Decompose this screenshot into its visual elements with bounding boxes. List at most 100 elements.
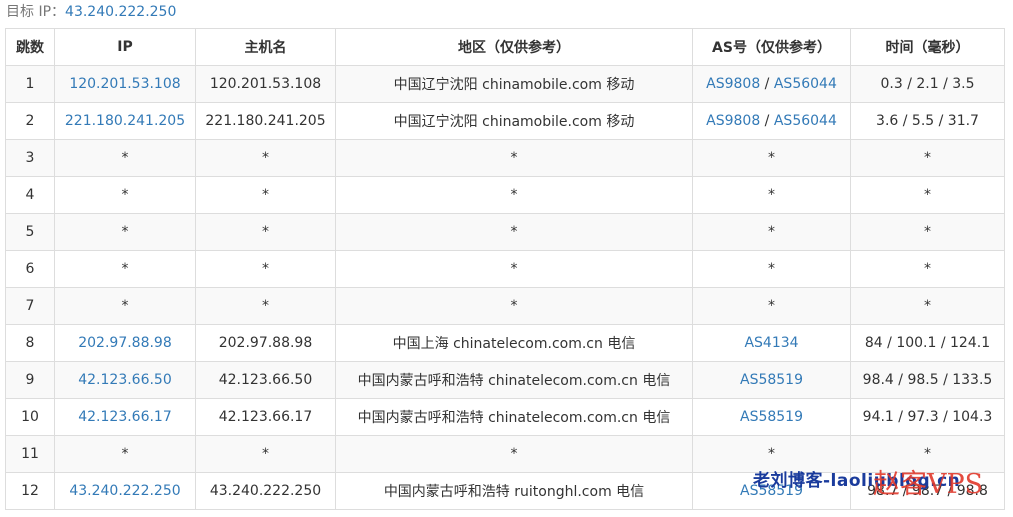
region-cell: 中国内蒙古呼和浩特 ruitonghl.com 电信 [335,472,693,510]
hop-text: 11 [21,446,39,462]
ip-cell: * [54,213,196,251]
as-cell: AS58519 [692,361,851,399]
region-text: * [510,261,518,277]
ip-text: * [121,261,129,277]
as-link[interactable]: AS9808 [706,76,760,92]
as-link[interactable]: AS58519 [740,372,803,388]
hostname-cell: * [195,213,336,251]
as-separator: / [760,76,774,92]
hop-text: 8 [25,335,35,351]
region-cell: * [335,435,693,473]
time-cell: 94.1 / 97.3 / 104.3 [850,398,1005,436]
hostname-cell: 202.97.88.98 [195,324,336,362]
region-cell: 中国内蒙古呼和浩特 chinatelecom.com.cn 电信 [335,361,693,399]
table-row: 8 202.97.88.98 202.97.88.98 中国上海 chinatelec… [5,324,1005,362]
time-cell: * [850,287,1005,325]
ip-cell: 221.180.241.205 [54,102,196,140]
hop-text: 10 [21,409,39,425]
hop-cell: 1 [5,65,55,103]
ip-cell: * [54,287,196,325]
header-hostname: 主机名 [195,28,336,66]
as-cell: AS9808 / AS56044 [692,65,851,103]
as-link[interactable]: AS4134 [744,335,798,351]
as-text: * [768,150,775,166]
as-link[interactable]: AS56044 [774,76,837,92]
ip-text: * [121,187,129,203]
hop-cell: 12 [5,472,55,510]
table-row: 4 * * * * * [5,176,1005,214]
hostname-text: * [262,446,269,462]
as-link[interactable]: AS56044 [774,113,837,129]
time-text: * [924,224,931,240]
time-text: * [924,187,931,203]
as-link[interactable]: AS9808 [706,113,760,129]
hostname-text: 43.240.222.250 [209,483,322,499]
hostname-text: 221.180.241.205 [205,113,326,129]
time-cell: * [850,213,1005,251]
as-separator: / [760,113,774,129]
as-text: * [768,446,775,462]
as-text: * [768,187,775,203]
hop-cell: 7 [5,287,55,325]
ip-link[interactable]: 43.240.222.250 [69,483,180,499]
time-cell: * [850,176,1005,214]
time-cell: * [850,250,1005,288]
hop-cell: 6 [5,250,55,288]
as-text: * [768,298,775,314]
watermark-vps: 赵客VPS [873,469,984,500]
hop-text: 1 [25,76,35,92]
hop-text: 7 [25,298,35,314]
ip-text: * [121,150,129,166]
ip-cell: 43.240.222.250 [54,472,196,510]
as-link[interactable]: AS58519 [740,409,803,425]
header-time: 时间（毫秒） [850,28,1005,66]
hop-text: 2 [25,113,35,129]
table-row: 2 221.180.241.205 221.180.241.205 中国辽宁沈阳 ch… [5,102,1005,140]
ip-link[interactable]: 120.201.53.108 [69,76,180,92]
header-ip: IP [54,28,196,66]
as-cell: AS58519 [692,398,851,436]
time-text: 84 / 100.1 / 124.1 [864,335,991,351]
hop-cell: 4 [5,176,55,214]
ip-cell: 42.123.66.50 [54,361,196,399]
ip-cell: * [54,139,196,177]
hostname-cell: 42.123.66.17 [195,398,336,436]
hostname-text: 120.201.53.108 [209,76,322,92]
region-text: * [510,446,518,462]
region-cell: * [335,139,693,177]
as-cell: * [692,139,851,177]
time-cell: 3.6 / 5.5 / 31.7 [850,102,1005,140]
as-cell: * [692,287,851,325]
hop-cell: 3 [5,139,55,177]
ip-link[interactable]: 42.123.66.50 [78,372,172,388]
time-cell: 0.3 / 2.1 / 3.5 [850,65,1005,103]
region-text: * [510,187,518,203]
target-ip-label: 目标 IP： [6,4,66,20]
as-text: * [768,261,775,277]
ip-link[interactable]: 221.180.241.205 [65,113,185,129]
region-text: 中国辽宁沈阳 chinamobile.com 移动 [393,77,635,93]
hop-cell: 10 [5,398,55,436]
hostname-text: * [262,150,269,166]
table-row: 6 * * * * * [5,250,1005,288]
region-text: 中国内蒙古呼和浩特 chinatelecom.com.cn 电信 [357,410,671,426]
ip-cell: * [54,250,196,288]
as-cell: * [692,213,851,251]
region-text: 中国辽宁沈阳 chinamobile.com 移动 [393,114,635,130]
time-text: * [924,261,931,277]
ip-link[interactable]: 42.123.66.17 [78,409,172,425]
region-cell: * [335,287,693,325]
region-cell: 中国上海 chinatelecom.com.cn 电信 [335,324,693,362]
ip-cell: * [54,176,196,214]
hop-cell: 2 [5,102,55,140]
ip-link[interactable]: 202.97.88.98 [78,335,172,351]
ip-text: * [121,224,129,240]
region-cell: 中国辽宁沈阳 chinamobile.com 移动 [335,102,693,140]
time-text: * [924,298,931,314]
table-row: 3 * * * * * [5,139,1005,177]
time-text: 3.6 / 5.5 / 31.7 [876,113,979,129]
time-cell: 98.4 / 98.5 / 133.5 [850,361,1005,399]
hostname-cell: 43.240.222.250 [195,472,336,510]
hop-text: 6 [25,261,35,277]
region-text: 中国上海 chinatelecom.com.cn 电信 [392,336,636,352]
